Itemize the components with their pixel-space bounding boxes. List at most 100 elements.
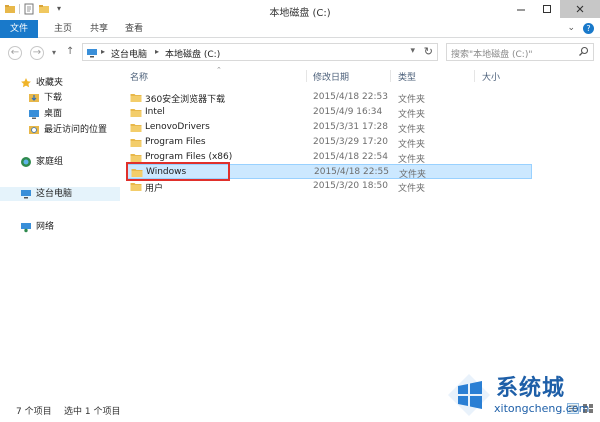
computer-icon	[20, 188, 32, 200]
desktop-icon	[28, 108, 40, 120]
table-row[interactable]: LenovoDrivers 2015/3/31 17:28 文件夹	[126, 120, 532, 135]
address-history-dropdown[interactable]: ▾	[410, 46, 415, 56]
file-date: 2015/4/18 22:53	[313, 92, 388, 102]
table-row[interactable]: 360安全浏览器下载 2015/4/18 22:53 文件夹	[126, 90, 532, 105]
file-date: 2015/4/18 22:54	[313, 152, 388, 162]
nav-network[interactable]: 网络	[20, 220, 54, 234]
recent-locations-button[interactable]: ▾	[52, 48, 56, 57]
highlight-annotation	[126, 162, 230, 181]
nav-downloads-label: 下载	[44, 93, 63, 103]
table-row[interactable]: Program Files 2015/3/29 17:20 文件夹	[126, 135, 532, 150]
file-name: 用户	[145, 184, 164, 194]
recent-places-icon	[28, 124, 40, 136]
back-button[interactable]: ←	[8, 46, 22, 60]
file-date: 2015/4/18 22:55	[314, 167, 389, 177]
navigation-pane: 收藏夹 下载 桌面 最近访问的位置 家庭组 这台电脑 网络	[0, 64, 120, 398]
table-row[interactable]: 用户 2015/3/20 18:50 文件夹	[126, 179, 532, 194]
column-header-type[interactable]: 类型	[398, 70, 416, 83]
breadcrumb-separator[interactable]: ▸	[155, 47, 159, 56]
column-separator[interactable]	[474, 70, 475, 82]
file-date: 2015/3/29 17:20	[313, 137, 388, 147]
watermark-url: xitongcheng.com	[494, 402, 590, 415]
title-bar: ▾ 本地磁盘 (C:)	[0, 0, 600, 20]
help-icon[interactable]: ?	[583, 23, 594, 34]
windows-logo-icon	[448, 374, 490, 416]
nav-homegroup[interactable]: 家庭组	[20, 155, 63, 169]
nav-downloads[interactable]: 下载	[28, 91, 62, 105]
file-date: 2015/3/20 18:50	[313, 181, 388, 191]
nav-network-label: 网络	[36, 222, 55, 232]
nav-recent-places-label: 最近访问的位置	[44, 125, 108, 135]
refresh-icon[interactable]: ↻	[424, 45, 433, 58]
search-placeholder: 搜索"本地磁盘 (C:)"	[451, 50, 533, 60]
file-type: 文件夹	[398, 110, 426, 120]
column-separator[interactable]	[390, 70, 391, 82]
selection-count: 选中 1 个项目	[64, 407, 121, 417]
file-name: Program Files (x86)	[145, 152, 233, 162]
item-count: 7 个项目	[16, 407, 52, 417]
tab-view[interactable]: 查看	[118, 22, 150, 38]
file-date: 2015/4/9 16:34	[313, 107, 383, 117]
file-type: 文件夹	[398, 184, 426, 194]
forward-arrow-icon: →	[32, 47, 42, 58]
breadcrumb-local-disk[interactable]: 本地磁盘 (C:)	[165, 47, 220, 60]
column-separator[interactable]	[306, 70, 307, 82]
watermark-logo: 系统城 xitongcheng.com	[446, 366, 600, 422]
breadcrumb-this-pc[interactable]: 这台电脑	[111, 47, 147, 60]
file-name: Program Files	[145, 137, 206, 147]
column-header-date[interactable]: 修改日期	[313, 70, 349, 83]
file-type: 文件夹	[398, 95, 426, 105]
nav-desktop-label: 桌面	[44, 109, 63, 119]
column-header-size[interactable]: 大小	[482, 70, 500, 83]
expand-ribbon-icon[interactable]: ⌄	[567, 23, 575, 34]
file-type: 文件夹	[398, 140, 426, 150]
tab-share[interactable]: 共享	[83, 22, 115, 38]
maximize-icon	[543, 5, 551, 13]
sort-caret-icon: ⌃	[216, 66, 222, 74]
address-bar[interactable]: ▸ 这台电脑 ▸ 本地磁盘 (C:) ▾ ↻	[82, 43, 438, 61]
folder-icon	[130, 107, 142, 121]
nav-recent-places[interactable]: 最近访问的位置	[28, 123, 107, 137]
minimize-button[interactable]	[508, 0, 534, 18]
back-arrow-icon: ←	[10, 47, 20, 58]
ribbon-tabs: 文件 主页 共享 查看 ⌄ ?	[0, 20, 600, 38]
minimize-icon	[517, 9, 525, 11]
nav-this-pc[interactable]: 这台电脑	[0, 187, 120, 201]
nav-favorites[interactable]: 收藏夹	[20, 76, 63, 90]
nav-this-pc-label: 这台电脑	[36, 189, 73, 199]
search-icon[interactable]	[578, 46, 589, 60]
breadcrumb-separator[interactable]: ▸	[101, 47, 105, 56]
file-type: 文件夹	[398, 125, 426, 135]
tab-home[interactable]: 主页	[47, 22, 79, 38]
computer-icon	[86, 47, 98, 62]
maximize-button[interactable]	[534, 0, 560, 18]
downloads-icon	[28, 92, 40, 104]
file-name: Intel	[145, 107, 165, 117]
folder-icon	[130, 122, 142, 136]
folder-icon	[130, 181, 142, 195]
table-row[interactable]: Intel 2015/4/9 16:34 文件夹	[126, 105, 532, 120]
watermark-brand: 系统城	[496, 376, 566, 401]
nav-desktop[interactable]: 桌面	[28, 107, 62, 121]
file-list: 名称 ⌃ 修改日期 类型 大小 360安全浏览器下载 2015/4/18 22:…	[120, 64, 600, 398]
file-date: 2015/3/31 17:28	[313, 122, 388, 132]
window-controls	[508, 0, 600, 18]
nav-homegroup-label: 家庭组	[36, 157, 64, 167]
ribbon-right-controls: ⌄ ?	[567, 23, 594, 34]
address-row: ← → ▾ ↑ ▸ 这台电脑 ▸ 本地磁盘 (C:) ▾ ↻ 搜索"本地磁盘 (…	[0, 40, 600, 64]
file-name: 360安全浏览器下载	[145, 95, 226, 105]
network-icon	[20, 221, 32, 233]
file-name: LenovoDrivers	[145, 122, 210, 132]
column-header-name[interactable]: 名称	[130, 70, 148, 83]
up-button[interactable]: ↑	[66, 46, 74, 57]
homegroup-icon	[20, 156, 32, 168]
folder-icon	[130, 92, 142, 106]
forward-button[interactable]: →	[30, 46, 44, 60]
search-input[interactable]: 搜索"本地磁盘 (C:)"	[446, 43, 594, 61]
star-icon	[20, 77, 32, 89]
folder-icon	[130, 137, 142, 151]
close-icon	[576, 5, 584, 13]
tab-file[interactable]: 文件	[0, 20, 38, 38]
nav-favorites-label: 收藏夹	[36, 78, 64, 88]
close-button[interactable]	[560, 0, 600, 18]
